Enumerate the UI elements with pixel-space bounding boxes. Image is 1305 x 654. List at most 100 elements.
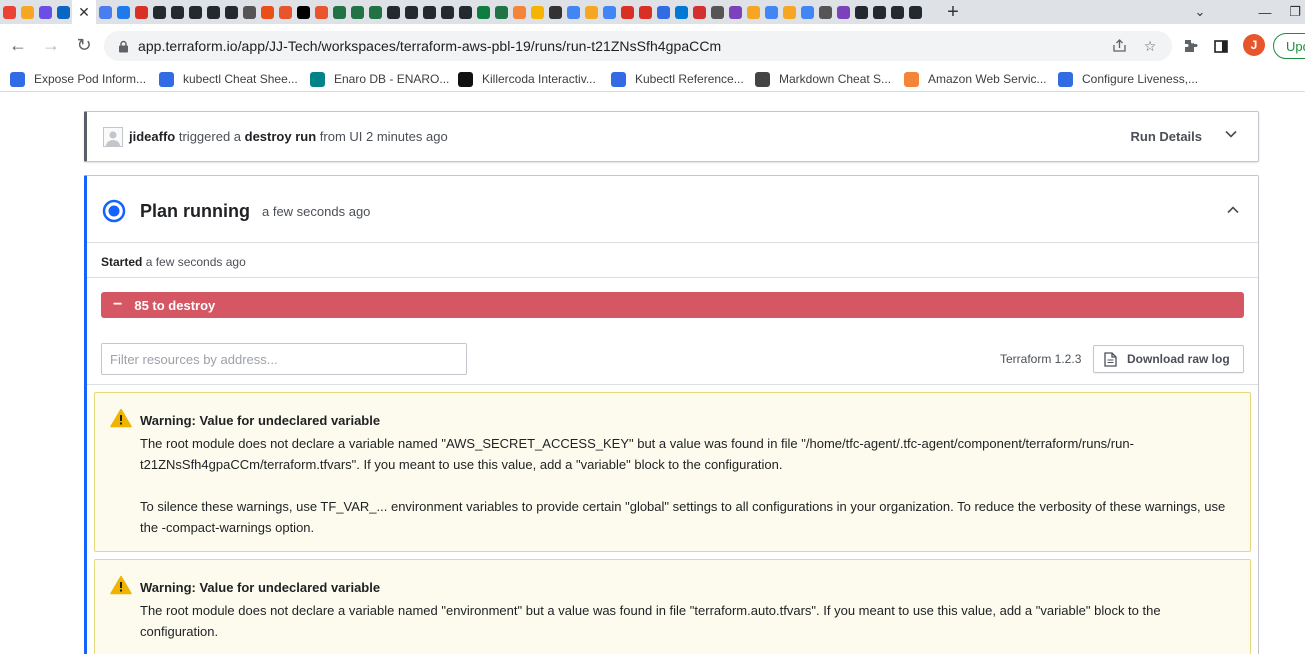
download-raw-log-button[interactable]: Download raw log <box>1093 345 1244 373</box>
browser-tab[interactable] <box>636 0 654 24</box>
browser-tab[interactable] <box>816 0 834 24</box>
browser-tab[interactable] <box>744 0 762 24</box>
browser-tab[interactable] <box>582 0 600 24</box>
browser-tab[interactable] <box>420 0 438 24</box>
tab-favicon-icon <box>728 5 742 19</box>
warning-title: Warning: Value for undeclared variable <box>140 580 381 595</box>
extensions-icon[interactable] <box>1180 36 1200 56</box>
browser-tab[interactable] <box>384 0 402 24</box>
kubernetes-icon <box>1058 71 1073 87</box>
plan-header[interactable]: Plan running a few seconds ago <box>87 176 1258 243</box>
bookmark-item[interactable]: Amazon Web Servic... <box>904 70 1047 88</box>
browser-tab[interactable] <box>600 0 618 24</box>
tab-favicon-icon <box>746 5 760 19</box>
chevron-up-icon[interactable] <box>1226 203 1240 217</box>
browser-tab[interactable] <box>564 0 582 24</box>
share-icon[interactable] <box>1110 37 1128 55</box>
browser-tab[interactable] <box>114 0 132 24</box>
bookmark-item[interactable]: Kubectl Reference... <box>611 70 744 88</box>
tab-favicon-icon <box>386 5 400 19</box>
browser-tab[interactable] <box>222 0 240 24</box>
reload-button[interactable]: ↻ <box>69 30 99 60</box>
browser-tab[interactable] <box>888 0 906 24</box>
browser-tab[interactable] <box>618 0 636 24</box>
browser-tab[interactable] <box>834 0 852 24</box>
browser-tab[interactable] <box>870 0 888 24</box>
bookmark-label: kubectl Cheat Shee... <box>183 72 298 86</box>
restore-icon[interactable]: ❐ <box>1275 0 1305 24</box>
trigger-user[interactable]: jideaffo <box>129 129 175 144</box>
new-tab-button[interactable]: + <box>938 1 968 24</box>
tab-favicon-icon <box>638 5 652 19</box>
browser-tab[interactable] <box>456 0 474 24</box>
browser-tab[interactable] <box>54 0 72 24</box>
warning-text: The root module does not declare a varia… <box>140 603 1161 639</box>
bookmark-item[interactable]: Configure Liveness,... <box>1058 70 1198 88</box>
browser-tab[interactable] <box>204 0 222 24</box>
browser-tab[interactable] <box>312 0 330 24</box>
browser-tab[interactable] <box>366 0 384 24</box>
tab-favicon-icon <box>224 5 238 19</box>
browser-tab[interactable] <box>240 0 258 24</box>
browser-tab[interactable] <box>0 0 18 24</box>
browser-tab[interactable] <box>258 0 276 24</box>
browser-tab[interactable] <box>348 0 366 24</box>
trigger-source: from UI 2 minutes ago <box>319 129 448 144</box>
browser-tab[interactable] <box>294 0 312 24</box>
browser-tab[interactable] <box>690 0 708 24</box>
bookmark-item[interactable]: kubectl Cheat Shee... <box>159 70 298 88</box>
browser-tab[interactable] <box>150 0 168 24</box>
back-button[interactable]: ← <box>3 30 33 60</box>
browser-tab[interactable] <box>18 0 36 24</box>
bookmark-item[interactable]: Expose Pod Inform... <box>10 70 146 88</box>
killercoda-icon <box>458 71 473 87</box>
forward-button[interactable]: → <box>36 30 66 60</box>
bookmark-item[interactable]: Killercoda Interactiv... <box>458 70 596 88</box>
bookmark-star-icon[interactable]: ☆ <box>1141 37 1159 55</box>
plan-card: Plan running a few seconds ago Started a… <box>84 175 1259 654</box>
bookmark-item[interactable]: Enaro DB - ENARO... <box>310 70 449 88</box>
chevron-down-icon[interactable] <box>1224 127 1238 141</box>
browser-tab[interactable] <box>474 0 492 24</box>
browser-tab[interactable] <box>726 0 744 24</box>
browser-tab[interactable] <box>36 0 54 24</box>
address-bar[interactable]: app.terraform.io/app/JJ-Tech/workspaces/… <box>104 31 1172 61</box>
browser-tab[interactable] <box>276 0 294 24</box>
browser-tab[interactable] <box>780 0 798 24</box>
bookmarks-bar: Expose Pod Inform... kubectl Cheat Shee..… <box>0 66 1305 92</box>
browser-tab[interactable] <box>528 0 546 24</box>
browser-tab[interactable] <box>96 0 114 24</box>
side-panel-icon[interactable] <box>1211 36 1231 56</box>
browser-tab[interactable] <box>852 0 870 24</box>
browser-tab[interactable] <box>708 0 726 24</box>
warning-panel: Warning: Value for undeclared variable T… <box>94 559 1251 654</box>
profile-avatar[interactable]: J <box>1243 34 1265 56</box>
browser-tab[interactable] <box>546 0 564 24</box>
tab-favicon-icon <box>98 5 112 19</box>
browser-tab[interactable] <box>654 0 672 24</box>
browser-tab[interactable] <box>168 0 186 24</box>
browser-tab[interactable] <box>132 0 150 24</box>
browser-tab[interactable] <box>330 0 348 24</box>
browser-tab[interactable] <box>492 0 510 24</box>
tab-favicon-icon <box>242 5 256 19</box>
browser-tab[interactable] <box>762 0 780 24</box>
browser-tab[interactable] <box>798 0 816 24</box>
active-tab-close-icon[interactable]: ✕ <box>72 0 96 24</box>
tab-search-icon[interactable]: ⌄ <box>1180 0 1220 24</box>
browser-tab[interactable] <box>402 0 420 24</box>
browser-tab[interactable] <box>438 0 456 24</box>
browser-tab[interactable] <box>906 0 924 24</box>
tab-favicon-icon <box>152 5 166 19</box>
warning-body: The root module does not declare a varia… <box>140 433 1230 538</box>
browser-tab[interactable] <box>510 0 528 24</box>
browser-tab[interactable] <box>186 0 204 24</box>
tab-favicon-icon <box>56 5 70 19</box>
run-details-toggle[interactable]: Run Details <box>1130 129 1202 144</box>
update-button[interactable]: Upd <box>1273 33 1305 59</box>
browser-tab[interactable] <box>672 0 690 24</box>
bookmark-label: Killercoda Interactiv... <box>482 72 596 86</box>
bookmark-item[interactable]: Markdown Cheat S... <box>755 70 891 88</box>
tab-favicon-icon <box>782 5 796 19</box>
filter-resources-input[interactable] <box>101 343 467 375</box>
